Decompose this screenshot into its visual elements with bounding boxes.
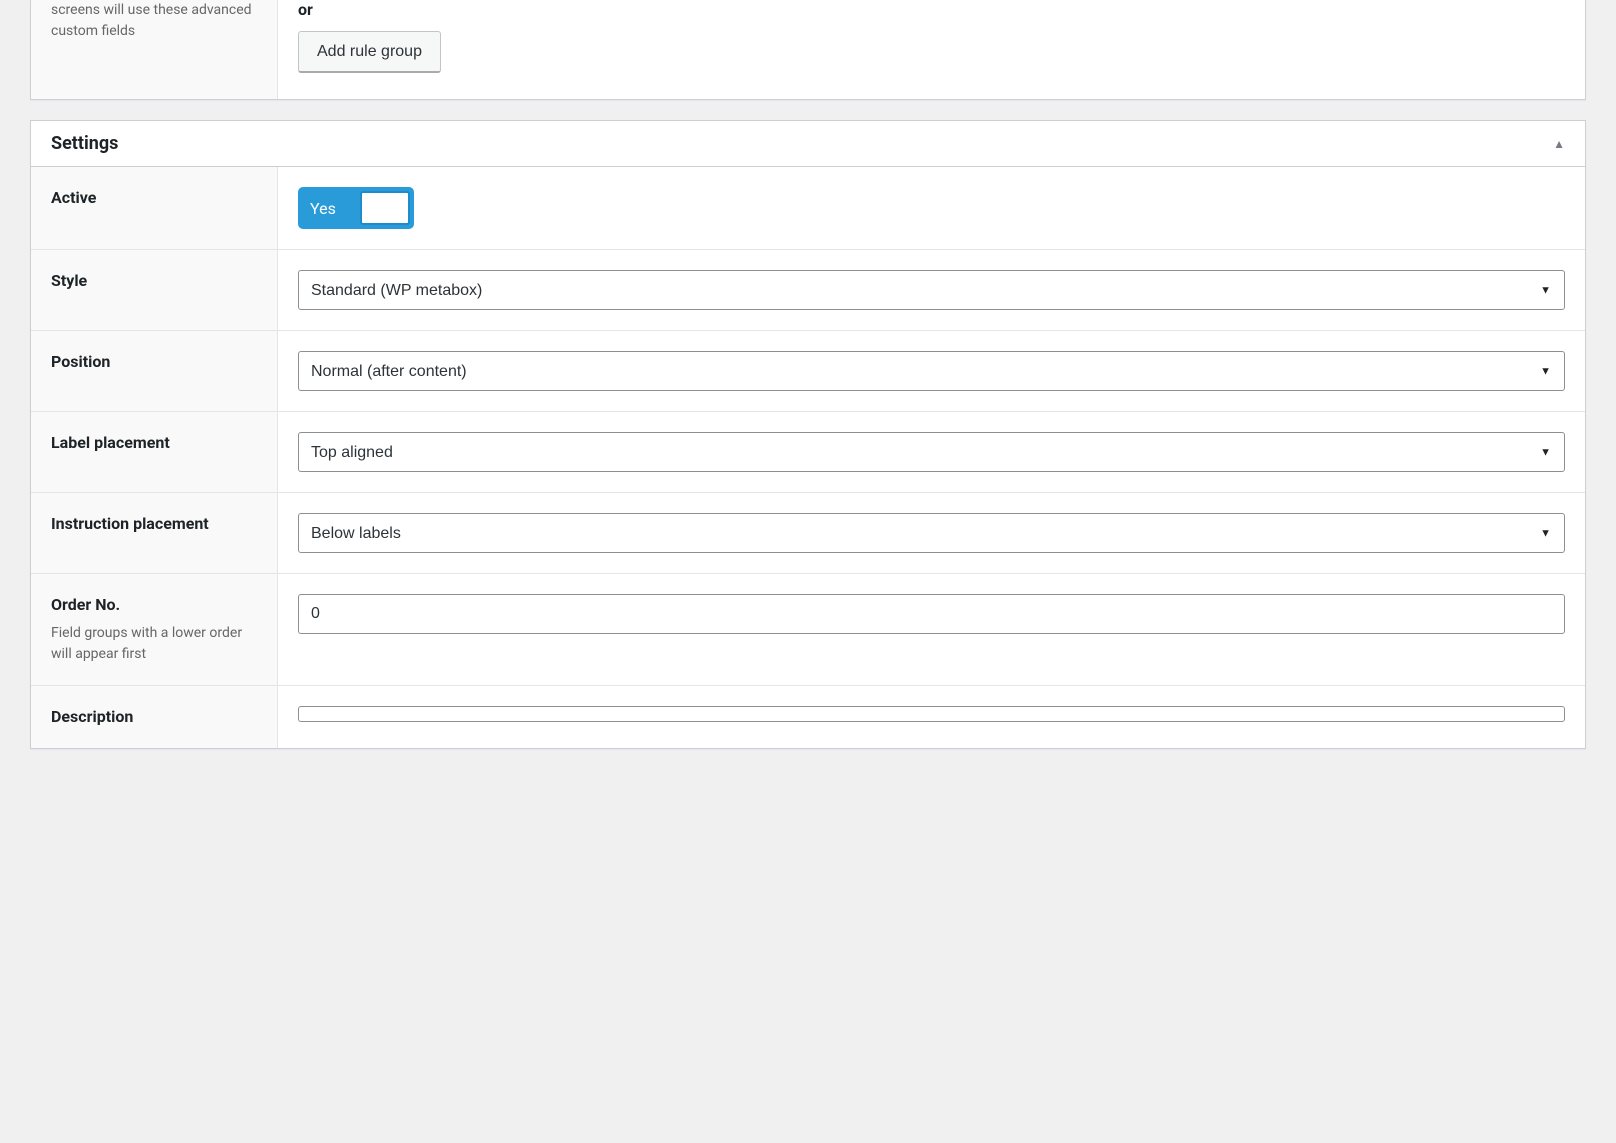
label-placement-label-cell: Label placement: [31, 412, 278, 492]
instruction-placement-select[interactable]: Below labels: [298, 513, 1565, 553]
label-placement-input-cell: Top aligned: [278, 412, 1585, 492]
location-panel: screens will use these advanced custom f…: [30, 0, 1586, 100]
active-input-cell: Yes: [278, 167, 1585, 249]
description-label-cell: Description: [31, 686, 278, 748]
settings-panel-title: Settings: [51, 133, 118, 154]
location-label-cell: screens will use these advanced custom f…: [31, 0, 278, 99]
or-text: or: [298, 0, 1565, 19]
position-row: Position Normal (after content): [31, 331, 1585, 412]
collapse-icon[interactable]: ▲: [1553, 137, 1565, 151]
settings-panel: Settings ▲ Active Yes Style: [30, 120, 1586, 749]
style-label: Style: [51, 270, 257, 292]
style-label-cell: Style: [31, 250, 278, 330]
description-input-cell: [278, 686, 1585, 748]
order-no-label-cell: Order No. Field groups with a lower orde…: [31, 574, 278, 684]
position-select[interactable]: Normal (after content): [298, 351, 1565, 391]
style-select[interactable]: Standard (WP metabox): [298, 270, 1565, 310]
style-row: Style Standard (WP metabox): [31, 250, 1585, 331]
location-description: screens will use these advanced custom f…: [51, 0, 257, 42]
active-label: Active: [51, 187, 257, 209]
location-input-cell: or Add rule group: [278, 0, 1585, 99]
active-row: Active Yes: [31, 167, 1585, 250]
order-no-label: Order No.: [51, 594, 257, 616]
position-input-cell: Normal (after content): [278, 331, 1585, 411]
label-placement-row: Label placement Top aligned: [31, 412, 1585, 493]
style-input-cell: Standard (WP metabox): [278, 250, 1585, 330]
active-toggle-label: Yes: [302, 199, 346, 218]
description-row: Description: [31, 686, 1585, 748]
order-no-row: Order No. Field groups with a lower orde…: [31, 574, 1585, 685]
location-rules-row: screens will use these advanced custom f…: [31, 0, 1585, 99]
instruction-placement-input-cell: Below labels: [278, 493, 1585, 573]
settings-panel-header[interactable]: Settings ▲: [31, 121, 1585, 167]
active-toggle[interactable]: Yes: [298, 187, 414, 229]
active-label-cell: Active: [31, 167, 278, 249]
label-placement-label: Label placement: [51, 432, 257, 454]
add-rule-group-button[interactable]: Add rule group: [298, 31, 441, 73]
instruction-placement-label-cell: Instruction placement: [31, 493, 278, 573]
description-input[interactable]: [298, 706, 1565, 722]
position-label-cell: Position: [31, 331, 278, 411]
position-label: Position: [51, 351, 257, 373]
toggle-handle: [360, 191, 410, 225]
instruction-placement-row: Instruction placement Below labels: [31, 493, 1585, 574]
label-placement-select[interactable]: Top aligned: [298, 432, 1565, 472]
order-no-input-cell: [278, 574, 1585, 684]
order-no-input[interactable]: [298, 594, 1565, 634]
instruction-placement-label: Instruction placement: [51, 513, 257, 535]
order-no-description: Field groups with a lower order will app…: [51, 623, 257, 665]
description-label: Description: [51, 706, 257, 728]
